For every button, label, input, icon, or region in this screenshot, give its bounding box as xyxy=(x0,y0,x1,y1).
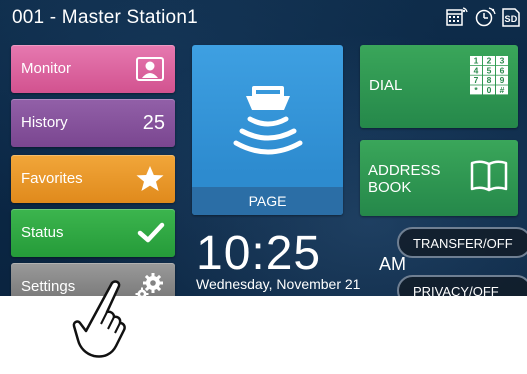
keypad-key-label: 4 xyxy=(474,65,479,75)
title-bar: 001 - Master Station1 SD xyxy=(0,0,527,36)
checkmark-icon xyxy=(137,217,165,249)
keypad-key-label: 5 xyxy=(487,65,492,75)
keypad-key-label: 8 xyxy=(487,75,492,85)
transfer-button[interactable]: TRANSFER/OFF xyxy=(397,227,527,258)
gear-icon xyxy=(133,271,165,296)
keypad-key-label: 9 xyxy=(500,75,505,85)
station-title: 001 - Master Station1 xyxy=(12,7,198,28)
keypad-key-label: 1 xyxy=(474,56,479,66)
book-icon xyxy=(469,158,509,199)
address-book-label-line2: BOOK xyxy=(368,179,412,196)
keypad-icon: 1 2 3 4 5 6 7 8 9 * 0 # xyxy=(469,55,509,100)
svg-text:SD: SD xyxy=(505,14,518,24)
status-icons: SD xyxy=(445,6,521,28)
status-label: Status xyxy=(21,224,64,241)
clock-time: 10:25 xyxy=(196,227,322,280)
clock-ampm: AM xyxy=(379,254,406,274)
favorites-label: Favorites xyxy=(21,170,83,187)
star-icon xyxy=(135,163,165,195)
privacy-button[interactable]: PRIVACY/OFF xyxy=(397,275,527,296)
privacy-label: PRIVACY/OFF xyxy=(413,284,499,296)
speaker-icon xyxy=(230,85,306,172)
dial-label: DIAL xyxy=(369,77,403,94)
keypad-key-label: 2 xyxy=(487,56,492,66)
page-label: PAGE xyxy=(192,187,343,215)
monitor-button[interactable]: Monitor xyxy=(11,45,175,93)
clock-date: Wednesday, November 21 xyxy=(196,276,361,292)
history-count: 25 xyxy=(142,111,165,134)
calendar-network-icon xyxy=(446,7,468,26)
dial-button[interactable]: DIAL 1 2 3 4 5 6 7 8 9 * 0 # xyxy=(360,45,518,128)
keypad-key-label: 0 xyxy=(487,85,492,95)
transfer-label: TRANSFER/OFF xyxy=(413,236,513,251)
favorites-button[interactable]: Favorites xyxy=(11,155,175,203)
address-book-label-line1: ADDRESS xyxy=(368,162,441,179)
status-button[interactable]: Status xyxy=(11,209,175,257)
station-screen: 001 - Master Station1 SD Monitor History… xyxy=(0,0,527,296)
clock-timer-icon xyxy=(475,7,496,27)
pointing-hand-icon xyxy=(60,277,132,374)
keypad-key-label: # xyxy=(500,85,505,95)
keypad-key-label: 7 xyxy=(474,75,479,85)
history-button[interactable]: History 25 xyxy=(11,99,175,147)
address-book-label: ADDRESS BOOK xyxy=(368,162,441,196)
history-label: History xyxy=(21,114,68,131)
page-button[interactable]: PAGE xyxy=(192,45,343,215)
sd-card-icon: SD xyxy=(502,8,520,27)
monitor-icon xyxy=(135,53,165,85)
keypad-key-label: 6 xyxy=(500,65,505,75)
address-book-button[interactable]: ADDRESS BOOK xyxy=(360,140,518,216)
monitor-label: Monitor xyxy=(21,60,72,77)
keypad-key-label: 3 xyxy=(500,56,505,66)
